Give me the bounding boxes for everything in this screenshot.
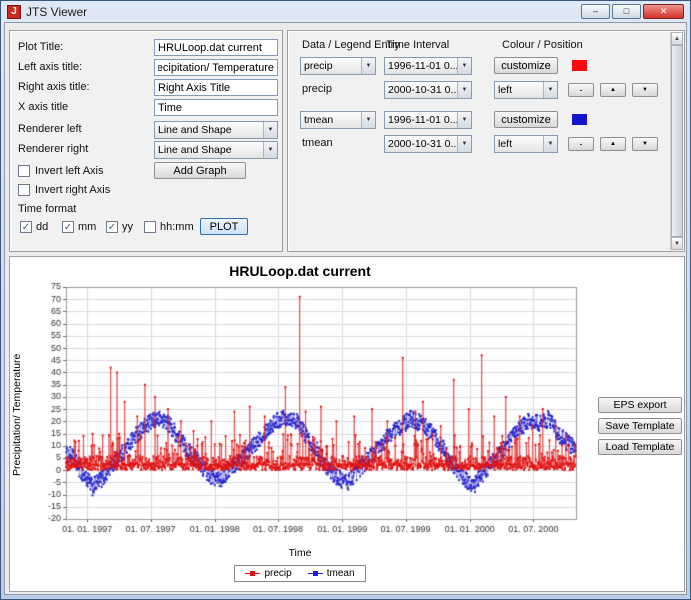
app-window: J JTS Viewer – □ ✕ Plot Title: Left axis… [0, 0, 691, 600]
plot-title-label: Plot Title: [18, 39, 63, 56]
series-0-move-up-button[interactable]: ▲ [600, 83, 626, 97]
x-axis-label: Time [10, 547, 590, 559]
series-0-name-label: precip [302, 81, 332, 98]
renderer-left-label: Renderer left [18, 121, 82, 138]
invert-right-axis-checkbox[interactable] [18, 184, 30, 196]
series-1-color-swatch[interactable] [572, 114, 587, 125]
close-button[interactable]: ✕ [643, 4, 684, 19]
time-format-label: Time format [18, 201, 76, 218]
time-format-yy-checkbox[interactable]: ✓ [106, 221, 118, 233]
time-format-hhmm-label: hh:mm [160, 221, 194, 234]
scroll-down-icon[interactable]: ▼ [671, 237, 683, 250]
chart-title: HRULoop.dat current [10, 263, 590, 279]
time-format-hhmm-checkbox[interactable] [144, 221, 156, 233]
chevron-down-icon: ▼ [457, 82, 471, 98]
plot-button[interactable]: PLOT [200, 218, 248, 235]
x-axis-title-label: X axis title [18, 99, 68, 116]
left-axis-title-label: Left axis title: [18, 59, 82, 76]
series-1-remove-button[interactable]: - [568, 137, 594, 151]
invert-right-axis-label: Invert right Axis [35, 184, 110, 197]
series-1-end-select[interactable]: 2000-10-31 0... ▼ [384, 135, 472, 153]
plot-canvas[interactable] [26, 281, 586, 543]
time-format-mm-label: mm [78, 221, 96, 234]
legend-item-precip: precip [245, 568, 291, 579]
plot-settings-panel: Plot Title: Left axis title: Right axis … [9, 30, 283, 252]
time-format-dd-checkbox[interactable]: ✓ [20, 221, 32, 233]
chevron-down-icon: ▼ [543, 82, 557, 98]
time-format-mm-checkbox[interactable]: ✓ [62, 221, 74, 233]
left-axis-title-input[interactable] [154, 59, 278, 76]
titlebar: J JTS Viewer – □ ✕ [4, 1, 687, 22]
renderer-right-label: Renderer right [18, 141, 88, 158]
chevron-down-icon: ▼ [263, 122, 277, 138]
header-colour-position: Colour / Position [502, 39, 583, 51]
chevron-down-icon: ▼ [543, 136, 557, 152]
maximize-button[interactable]: □ [612, 4, 641, 19]
y-axis-label: Precipitation/ Temperature [11, 325, 25, 505]
chevron-down-icon: ▼ [457, 136, 471, 152]
chevron-down-icon: ▼ [361, 112, 375, 128]
series-1-move-up-button[interactable]: ▲ [600, 137, 626, 151]
chevron-down-icon: ▼ [457, 112, 471, 128]
series-0-color-swatch[interactable] [572, 60, 587, 71]
series-0-remove-button[interactable]: - [568, 83, 594, 97]
series-scrollbar[interactable]: ▲ ▼ [670, 32, 683, 250]
legend-label-precip: precip [264, 568, 291, 579]
minimize-button[interactable]: – [581, 4, 610, 19]
scrollbar-thumb[interactable] [671, 45, 683, 237]
invert-left-axis-checkbox[interactable] [18, 165, 30, 177]
right-axis-title-input[interactable] [154, 79, 278, 96]
series-1-start-select[interactable]: 1996-11-01 0... ▼ [384, 111, 472, 129]
eps-export-button[interactable]: EPS export [598, 397, 682, 413]
right-axis-title-label: Right axis title: [18, 79, 90, 96]
renderer-left-select[interactable]: Line and Shape ▼ [154, 121, 278, 139]
chart-panel: HRULoop.dat current Precipitation/ Tempe… [9, 256, 685, 592]
legend-marker-precip [245, 569, 260, 578]
series-1-name-label: tmean [302, 135, 333, 152]
series-0-end-select[interactable]: 2000-10-31 0... ▼ [384, 81, 472, 99]
series-0-name-select[interactable]: precip ▼ [300, 57, 376, 75]
plot-title-input[interactable] [154, 39, 278, 56]
series-1-name-select[interactable]: tmean ▼ [300, 111, 376, 129]
series-config-panel: Data / Legend Entry Time Interval Colour… [287, 30, 685, 252]
save-template-button[interactable]: Save Template [598, 418, 682, 434]
renderer-right-select[interactable]: Line and Shape ▼ [154, 141, 278, 159]
header-time-interval: Time Interval [386, 39, 449, 51]
series-0-move-down-button[interactable]: ▼ [632, 83, 658, 97]
time-format-dd-label: dd [36, 221, 48, 234]
chart-legend: precip tmean [10, 565, 590, 582]
legend-marker-tmean [308, 569, 323, 578]
add-graph-button[interactable]: Add Graph [154, 162, 246, 179]
legend-label-tmean: tmean [327, 568, 355, 579]
x-axis-title-input[interactable] [154, 99, 278, 116]
app-icon: J [7, 5, 21, 19]
series-1-position-select[interactable]: left ▼ [494, 135, 558, 153]
window-content: Plot Title: Left axis title: Right axis … [4, 22, 687, 595]
series-0-start-select[interactable]: 1996-11-01 0... ▼ [384, 57, 472, 75]
series-0-position-select[interactable]: left ▼ [494, 81, 558, 99]
time-format-yy-label: yy [122, 221, 133, 234]
window-title: JTS Viewer [26, 5, 576, 19]
series-1-customize-button[interactable]: customize [494, 111, 558, 128]
chevron-down-icon: ▼ [263, 142, 277, 158]
scroll-up-icon[interactable]: ▲ [671, 32, 683, 45]
series-1-move-down-button[interactable]: ▼ [632, 137, 658, 151]
chevron-down-icon: ▼ [457, 58, 471, 74]
legend-item-tmean: tmean [308, 568, 355, 579]
invert-left-axis-label: Invert left Axis [35, 165, 103, 178]
chevron-down-icon: ▼ [361, 58, 375, 74]
load-template-button[interactable]: Load Template [598, 439, 682, 455]
series-0-customize-button[interactable]: customize [494, 57, 558, 74]
